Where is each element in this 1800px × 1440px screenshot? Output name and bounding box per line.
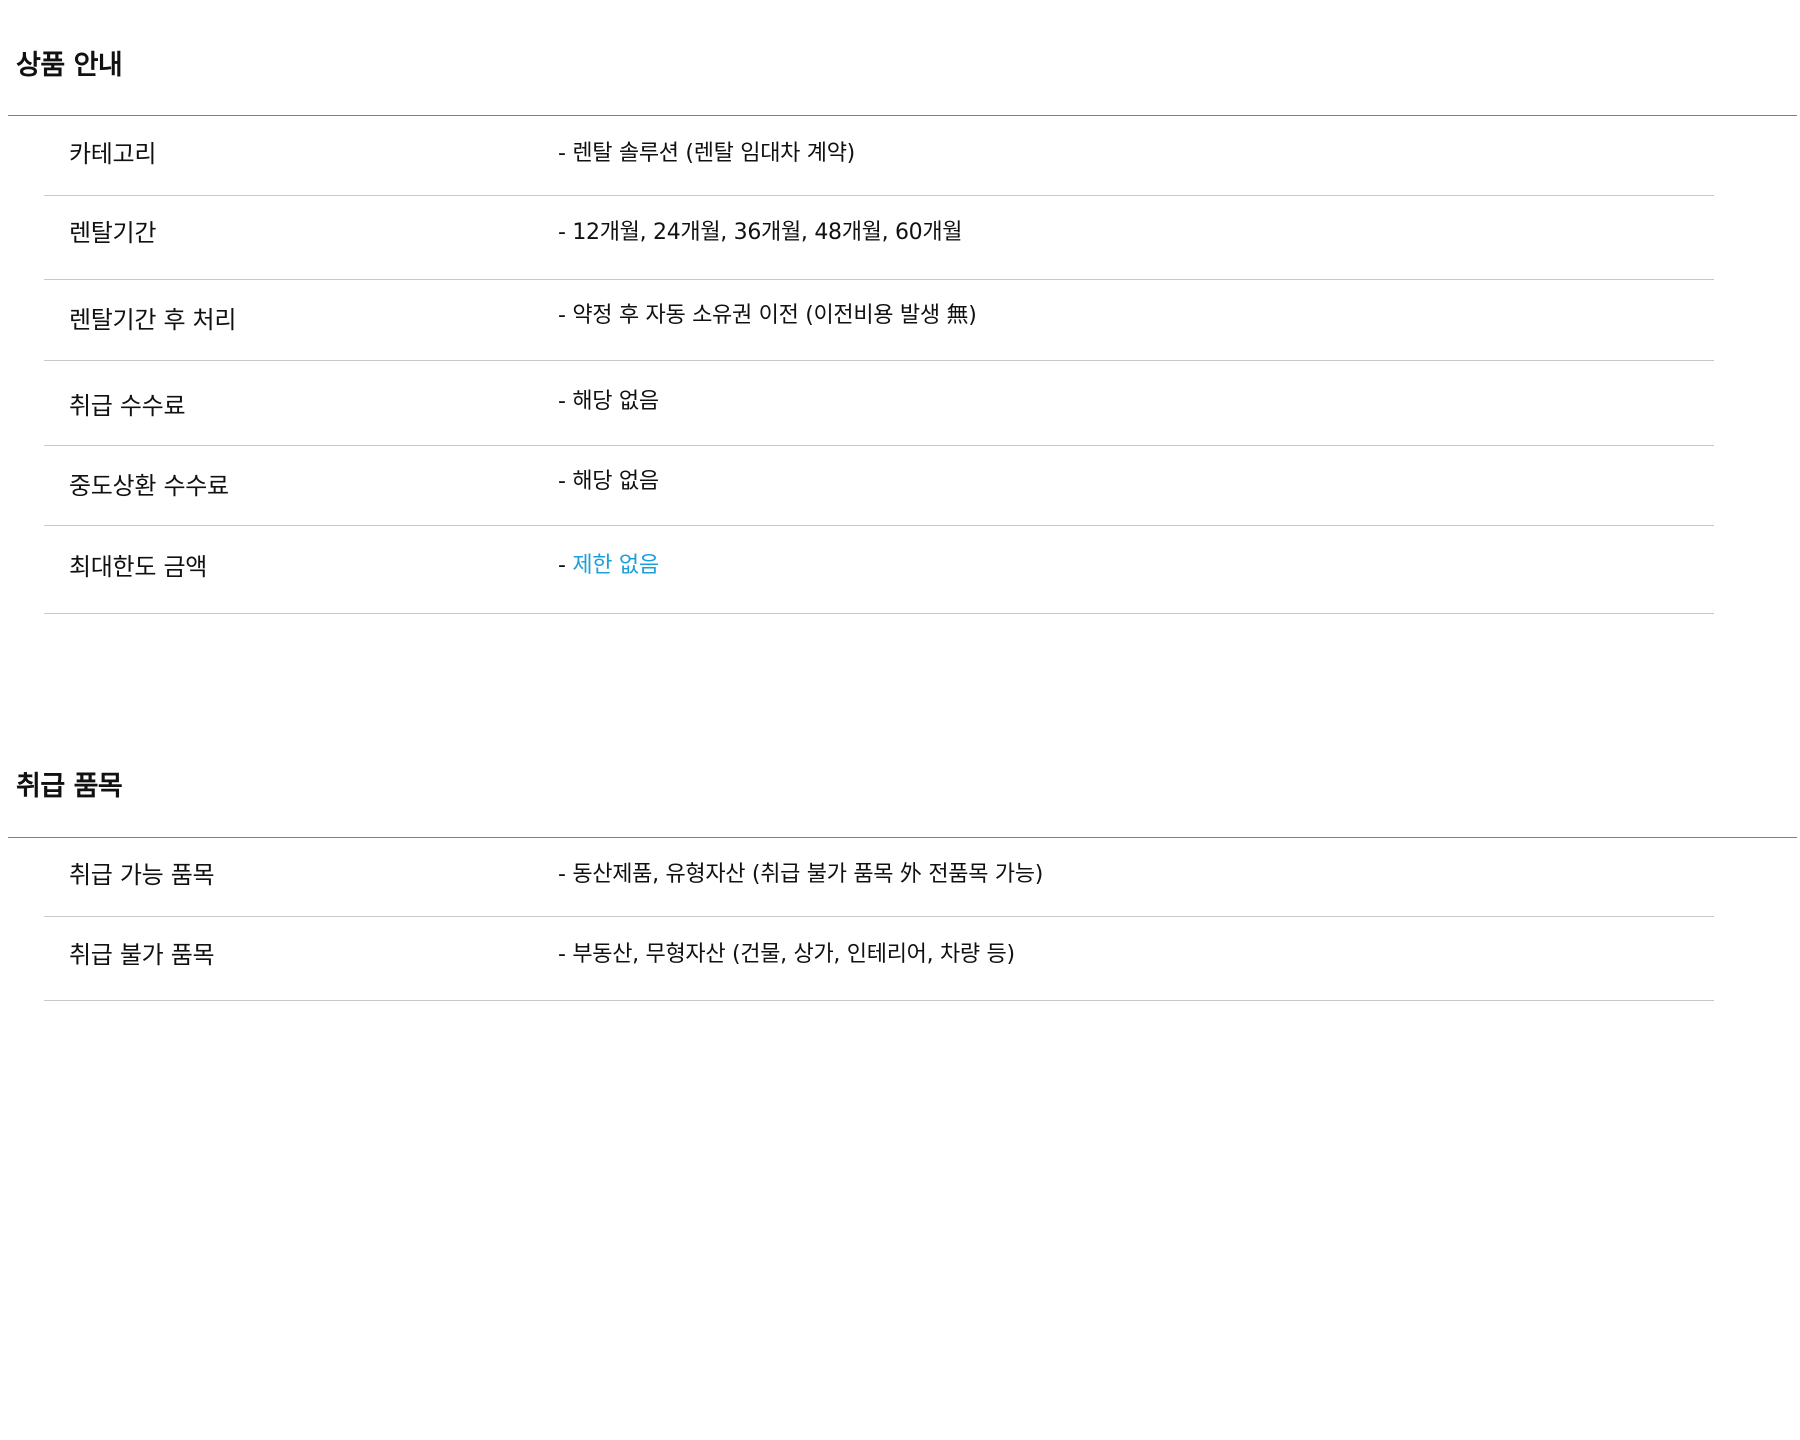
table-row-post-rental: 렌탈기간 후 처리 - 약정 후 자동 소유권 이전 (이전비용 발생 無) (44, 280, 1714, 361)
row-value: - 제한 없음 (558, 551, 659, 581)
section-divider-product-info (8, 115, 1797, 116)
section-divider-items (8, 837, 1797, 838)
section-title-items: 취급 품목 (16, 771, 123, 802)
row-label: 취급 가능 품목 (69, 861, 215, 889)
table-row-allowed-items: 취급 가능 품목 - 동산제품, 유형자산 (취급 불가 품목 外 전품목 가능… (44, 839, 1714, 917)
items-info-table: 취급 가능 품목 - 동산제품, 유형자산 (취급 불가 품목 外 전품목 가능… (44, 839, 1714, 1001)
row-value: - 부동산, 무형자산 (건물, 상가, 인테리어, 차량 등) (558, 942, 1015, 967)
row-value: - 동산제품, 유형자산 (취급 불가 품목 外 전품목 가능) (558, 862, 1044, 887)
row-label: 최대한도 금액 (69, 553, 208, 581)
table-row-rental-period: 렌탈기간 - 12개월, 24개월, 36개월, 48개월, 60개월 (44, 196, 1714, 280)
row-value-prefix: - (558, 553, 573, 578)
product-info-table: 카테고리 - 렌탈 솔루션 (렌탈 임대차 계약) 렌탈기간 - 12개월, 2… (44, 117, 1714, 614)
table-row-category: 카테고리 - 렌탈 솔루션 (렌탈 임대차 계약) (44, 117, 1714, 196)
section-title-product-info: 상품 안내 (16, 50, 123, 81)
row-label: 취급 불가 품목 (69, 941, 215, 969)
table-row-disallowed-items: 취급 불가 품목 - 부동산, 무형자산 (건물, 상가, 인테리어, 차량 등… (44, 917, 1714, 1001)
row-label: 렌탈기간 후 처리 (69, 306, 237, 334)
row-label: 카테고리 (69, 140, 157, 168)
row-value: - 해당 없음 (558, 389, 659, 414)
limit-highlight: 제한 없음 (572, 553, 659, 578)
row-label: 취급 수수료 (69, 392, 186, 420)
row-value: - 약정 후 자동 소유권 이전 (이전비용 발생 無) (558, 303, 977, 328)
table-row-handling-fee: 취급 수수료 - 해당 없음 (44, 361, 1714, 446)
table-row-early-repayment-fee: 중도상환 수수료 - 해당 없음 (44, 446, 1714, 526)
row-value: - 렌탈 솔루션 (렌탈 임대차 계약) (558, 141, 855, 166)
row-value: - 해당 없음 (558, 469, 659, 494)
row-label: 중도상환 수수료 (69, 472, 229, 500)
row-value: - 12개월, 24개월, 36개월, 48개월, 60개월 (558, 220, 963, 245)
row-label: 렌탈기간 (69, 219, 157, 247)
table-row-max-limit: 최대한도 금액 - 제한 없음 (44, 526, 1714, 614)
